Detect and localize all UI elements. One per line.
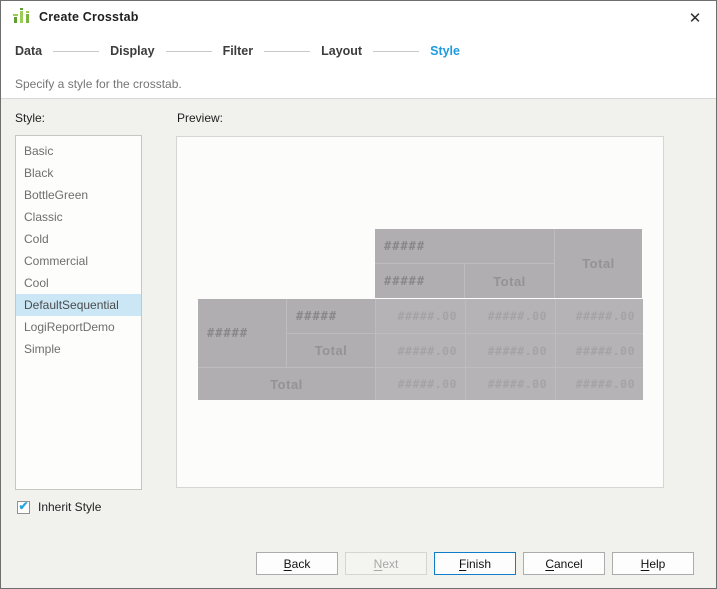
crosstab-col-sub-cell: ##### [375,264,464,298]
style-list-label: Style: [15,111,45,125]
dialog-title: Create Crosstab [39,10,139,24]
step-connector [166,51,212,52]
next-button[interactable]: Next [345,552,427,575]
step-filter[interactable]: Filter [223,44,254,58]
col-group-text: ##### [384,239,425,253]
footer-buttons: Back Next Finish Cancel Help [256,552,694,575]
preview-label: Preview: [177,111,223,125]
crosstab-data-cell: #####.00 [556,334,643,367]
col-sub-total-text: Total [493,274,526,289]
crosstab-data-cell: #####.00 [376,334,465,367]
step-connector [53,51,99,52]
style-list-item[interactable]: Basic [16,140,141,162]
col-grand-total-text: Total [582,256,615,271]
crosstab-col-sub-total-cell: Total [465,264,554,298]
step-layout[interactable]: Layout [321,44,362,58]
crosstab-row-sub-cell: ##### [287,299,375,333]
style-list-item[interactable]: Black [16,162,141,184]
style-list-item[interactable]: Simple [16,338,141,360]
step-connector [373,51,419,52]
crosstab-data-cell: #####.00 [376,368,465,400]
help-button[interactable]: Help [612,552,694,575]
crosstab-column-headers: ##### Total ##### Total [375,229,642,298]
wizard-steps: Data Display Filter Layout Style [1,33,716,69]
style-list-item[interactable]: Cool [16,272,141,294]
crosstab-row-group-cell: ##### [198,299,286,367]
finish-button[interactable]: Finish [434,552,516,575]
crosstab-data-cell: #####.00 [466,334,555,367]
style-list-item[interactable]: Cold [16,228,141,250]
style-list-item[interactable]: DefaultSequential [16,294,141,316]
step-data[interactable]: Data [15,44,42,58]
col-sub-text: ##### [384,274,425,288]
crosstab-body: ##### ##### #####.00 #####.00 #####.00 T… [198,299,643,400]
crosstab-row-sub-total-cell: Total [287,334,375,367]
step-display[interactable]: Display [110,44,154,58]
title-bar: Create Crosstab ✕ [1,1,716,33]
create-crosstab-dialog: Create Crosstab ✕ Data Display Filter La… [0,0,717,589]
crosstab-data-cell: #####.00 [466,368,555,400]
crosstab-chart-icon [13,8,31,26]
row-group-text: ##### [207,326,248,340]
check-icon: ✔ [18,500,28,512]
style-list: Basic Black BottleGreen Classic Cold Com… [15,135,142,490]
step-connector [264,51,310,52]
cancel-button[interactable]: Cancel [523,552,605,575]
row-sub-text: ##### [296,309,337,323]
style-list-item[interactable]: Classic [16,206,141,228]
style-list-item[interactable]: LogiReportDemo [16,316,141,338]
style-list-item[interactable]: Commercial [16,250,141,272]
inherit-style-row: ✔ Inherit Style [17,500,101,514]
inherit-style-label: Inherit Style [38,500,101,514]
back-button[interactable]: Back [256,552,338,575]
style-list-item[interactable]: BottleGreen [16,184,141,206]
crosstab-data-cell: #####.00 [556,299,643,333]
crosstab-col-group-cell: ##### [375,229,554,263]
crosstab-data-cell: #####.00 [376,299,465,333]
crosstab-data-cell: #####.00 [466,299,555,333]
step-style[interactable]: Style [430,44,460,58]
preview-pane: ##### Total ##### Total ##### ##### ####… [176,136,664,488]
crosstab-col-grand-total-cell: Total [555,229,642,298]
inherit-style-checkbox[interactable]: ✔ [17,501,30,514]
crosstab-data-cell: #####.00 [556,368,643,400]
subtitle-row: Specify a style for the crosstab. [1,69,716,99]
crosstab-grand-total-cell: Total [198,368,375,400]
close-icon[interactable]: ✕ [684,7,706,29]
wizard-subtitle: Specify a style for the crosstab. [15,77,182,91]
